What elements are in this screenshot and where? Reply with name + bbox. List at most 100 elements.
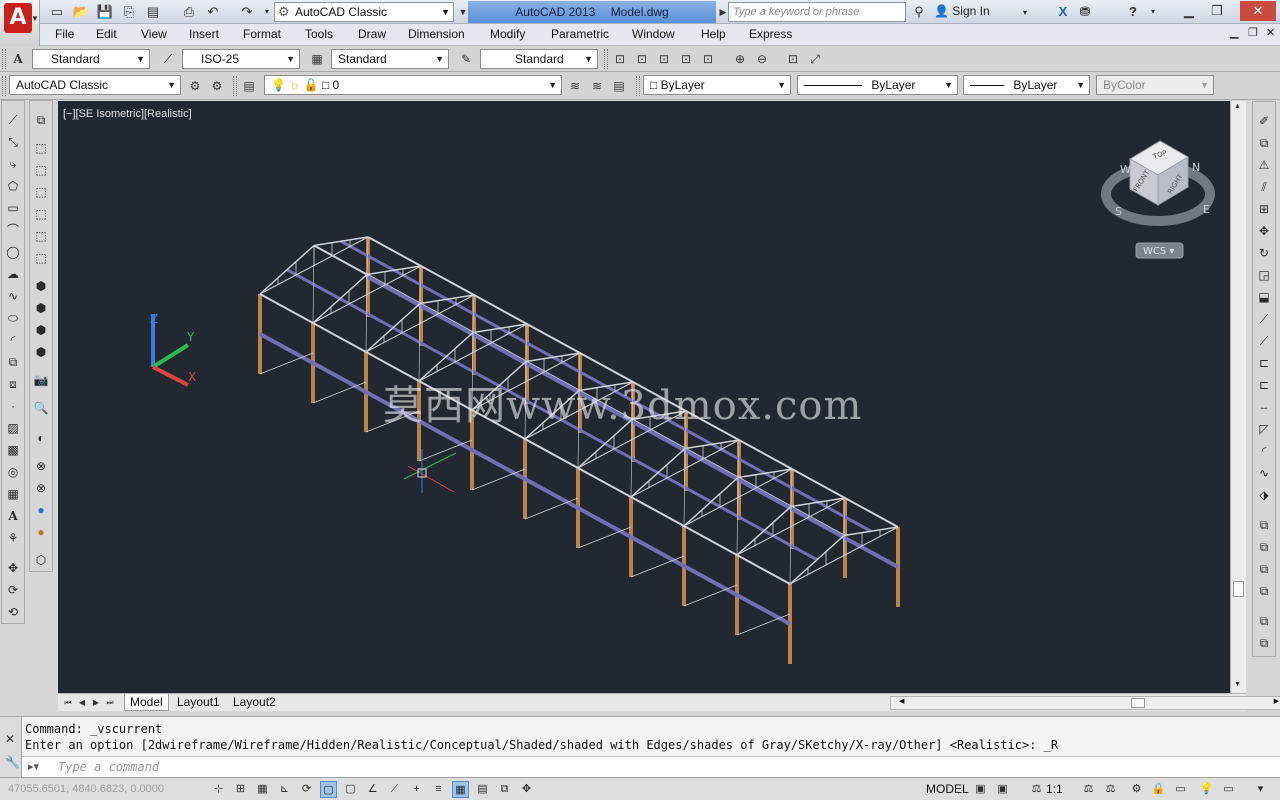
keyword-search-input[interactable]: Type a keyword or phrase xyxy=(728,2,906,22)
dynamic-input-icon[interactable]: + xyxy=(408,781,425,798)
break-at-point-icon[interactable]: ⊏ xyxy=(1255,354,1273,372)
wedge-icon[interactable]: ⬚ xyxy=(32,161,50,179)
make-block-icon[interactable]: ⧈ xyxy=(4,375,22,393)
mdi-close-icon[interactable]: ✕ xyxy=(1266,26,1275,39)
compass-south[interactable]: S xyxy=(1115,205,1122,218)
chamfer-icon[interactable]: ◸ xyxy=(1255,420,1273,438)
next-tab-icon[interactable]: ▶ xyxy=(90,696,102,709)
text-to-front-icon[interactable]: ⧉ xyxy=(1255,612,1273,630)
break-icon[interactable]: ⊏ xyxy=(1255,376,1273,394)
zoom-center-icon[interactable]: ⊡ xyxy=(677,50,695,68)
add-selected-icon[interactable]: ⚘ xyxy=(4,529,22,547)
extrude-icon[interactable]: ⬢ xyxy=(32,277,50,295)
application-menu-button[interactable]: A ▼ xyxy=(0,0,40,46)
compass-north[interactable]: N xyxy=(1192,161,1200,174)
cylinder-icon[interactable]: ⬚ xyxy=(32,227,50,245)
workspace-combo[interactable]: ⚙ AutoCAD Classic ▼ xyxy=(274,2,454,22)
plotstyle-combo[interactable]: ByColor ▼ xyxy=(1096,75,1214,95)
zoom-object-icon[interactable]: ⊡ xyxy=(699,50,717,68)
lineweight-icon[interactable]: ≡ xyxy=(430,781,447,798)
undo-icon[interactable]: ↶ xyxy=(204,3,222,21)
close-icon[interactable]: ✕ xyxy=(5,732,15,746)
autodesk-app-icon[interactable]: ⛃ xyxy=(1076,3,1094,21)
wrench-icon[interactable]: 🔧 xyxy=(5,755,20,769)
workspace-save-icon[interactable]: ⚙ xyxy=(208,77,226,95)
menu-edit[interactable]: Edit xyxy=(96,27,117,41)
close-button[interactable]: ✕ xyxy=(1240,1,1276,21)
object-snap-icon[interactable]: ▢ xyxy=(320,781,337,798)
3d-object-snap-icon[interactable]: ▢ xyxy=(342,781,359,798)
menu-dimension[interactable]: Dimension xyxy=(408,27,465,41)
exchange-icon[interactable]: X xyxy=(1054,3,1072,21)
zoom-in-icon[interactable]: ⊕ xyxy=(731,50,749,68)
free-orbit-icon[interactable]: ⟳ xyxy=(4,581,22,599)
infer-constraints-icon[interactable]: ⊹ xyxy=(210,781,227,798)
mirror-icon[interactable]: ⚠ xyxy=(1255,156,1273,174)
model-space-toggle[interactable]: MODEL xyxy=(926,782,969,796)
light-icon[interactable]: ◐ xyxy=(32,429,50,447)
mdi-restore-icon[interactable]: ❐ xyxy=(1248,26,1258,39)
union-icon[interactable]: ⊗ xyxy=(32,457,50,475)
workspace-settings-icon[interactable]: ⚙ xyxy=(186,77,204,95)
render-material-icon[interactable]: ● xyxy=(32,501,50,519)
table-style-combo[interactable]: Standard ▼ xyxy=(331,49,449,69)
menu-tools[interactable]: Tools xyxy=(305,27,333,41)
scroll-down-icon[interactable]: ▼ xyxy=(1234,681,1241,688)
workspace-combo-toolbar[interactable]: AutoCAD Classic ▼ xyxy=(9,75,181,95)
continuous-orbit-icon[interactable]: ⟲ xyxy=(4,603,22,621)
erase-icon[interactable]: ✐ xyxy=(1255,112,1273,130)
ellipse-icon[interactable]: ⬭ xyxy=(4,309,22,327)
last-tab-icon[interactable]: ⏭ xyxy=(104,696,116,709)
zoom-all-icon[interactable]: ⊡ xyxy=(784,50,802,68)
ellipse-arc-icon[interactable]: ◜ xyxy=(4,331,22,349)
text-style-icon[interactable]: A xyxy=(9,50,27,68)
save-icon[interactable]: 💾 xyxy=(96,3,114,21)
revision-cloud-icon[interactable]: ☁ xyxy=(4,265,22,283)
scroll-thumb[interactable] xyxy=(1233,581,1244,597)
mleader-style-icon[interactable]: ✎ xyxy=(457,50,475,68)
hatch-to-back-icon[interactable]: ⧉ xyxy=(1255,634,1273,652)
polygon-icon[interactable]: ⬠ xyxy=(4,177,22,195)
layer-state-icon[interactable]: ▤ xyxy=(610,77,628,95)
mdi-minimize-icon[interactable]: ▁ xyxy=(1230,26,1238,39)
drawing-viewport[interactable]: [−][SE Isometric][Realistic] Z Y X TOP F… xyxy=(58,101,1230,693)
spline-icon[interactable]: ∿ xyxy=(4,287,22,305)
hatch-icon[interactable]: ▨ xyxy=(4,419,22,437)
toolbar-grip[interactable] xyxy=(2,76,6,96)
layer-properties-icon[interactable]: ▤ xyxy=(240,77,258,95)
object-snap-tracking-icon[interactable]: ∠ xyxy=(364,781,381,798)
box-icon[interactable]: ⬚ xyxy=(32,139,50,157)
compass-west[interactable]: W xyxy=(1120,163,1131,176)
make-current-layer-icon[interactable]: ≋ xyxy=(566,77,584,95)
menu-format[interactable]: Format xyxy=(243,27,281,41)
line-icon[interactable]: ⟋ xyxy=(4,111,22,129)
tab-model[interactable]: Model xyxy=(124,694,169,711)
toolbar-grip[interactable] xyxy=(2,49,6,69)
polysolid-icon[interactable]: ⧉ xyxy=(32,111,50,129)
sphere-icon[interactable]: ⬚ xyxy=(32,205,50,223)
stretch-icon[interactable]: ⬓ xyxy=(1255,288,1273,306)
layer-previous-icon[interactable]: ≋ xyxy=(588,77,606,95)
quick-properties-icon[interactable]: ▤ xyxy=(474,781,491,798)
coordinate-readout[interactable]: 47055.6501, 4840.6823, 0.0000 xyxy=(8,783,164,795)
scroll-right-icon[interactable]: ▶ xyxy=(1274,697,1279,705)
dim-style-icon[interactable]: ⟋ xyxy=(159,50,177,68)
minimize-button[interactable]: ▁ xyxy=(1176,1,1202,21)
dim-style-combo[interactable]: ISO-25 ▼ xyxy=(182,49,300,69)
scroll-left-icon[interactable]: ◀ xyxy=(899,697,904,705)
region-icon[interactable]: ◎ xyxy=(4,463,22,481)
array-icon[interactable]: ⊞ xyxy=(1255,200,1273,218)
menu-insert[interactable]: Insert xyxy=(189,27,219,41)
zoom-extents-icon[interactable]: ⤢ xyxy=(806,50,824,68)
trim-icon[interactable]: ⟋ xyxy=(1255,310,1273,328)
render-sphere-icon[interactable]: ● xyxy=(32,523,50,541)
sweep-icon[interactable]: ⬢ xyxy=(32,321,50,339)
command-input[interactable]: ▸▾ Type a command xyxy=(22,756,1280,777)
redo-icon[interactable]: ↷ xyxy=(238,3,256,21)
toolbar-grip[interactable] xyxy=(636,76,640,96)
text-style-combo[interactable]: Standard ▼ xyxy=(32,49,150,69)
layer-combo[interactable]: 💡 ☼ 🔓 □ 0 ▼ xyxy=(264,75,562,95)
zoom-out-icon[interactable]: ⊖ xyxy=(753,50,771,68)
move-icon[interactable]: ✥ xyxy=(1255,222,1273,240)
dynamic-ucs-icon[interactable]: ⟋ xyxy=(386,781,403,798)
